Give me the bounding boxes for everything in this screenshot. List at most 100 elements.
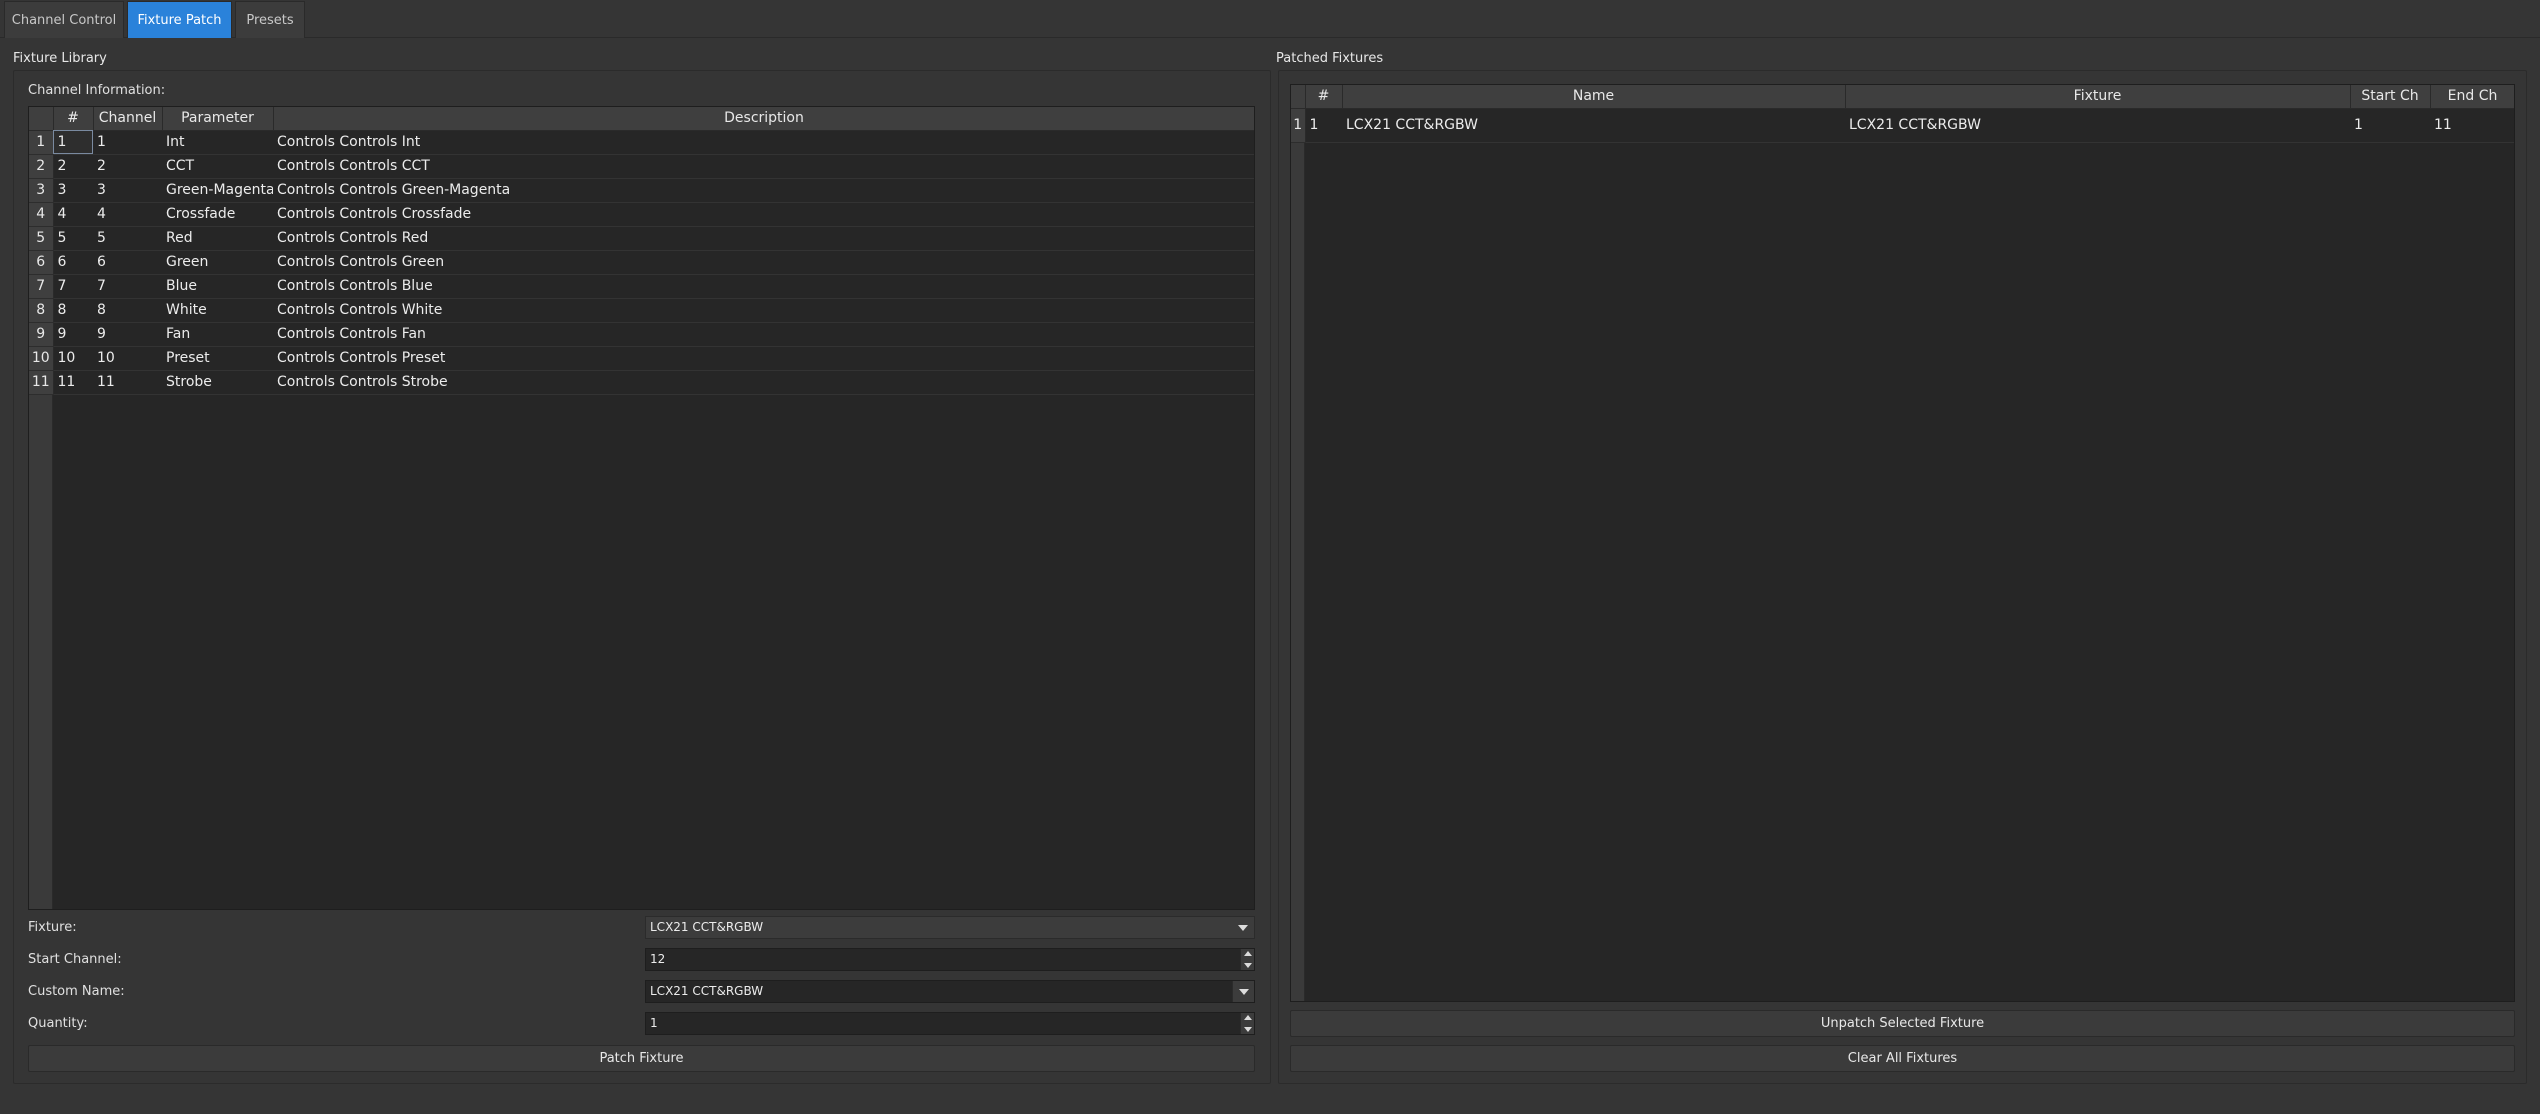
row-header[interactable]: 3 [29,178,54,203]
row-header[interactable]: 7 [29,274,54,299]
cell-number[interactable]: 9 [53,322,93,347]
cell-parameter[interactable]: Blue [162,274,273,299]
cell-parameter[interactable]: Green [162,250,273,275]
unpatch-selected-fixture-button[interactable]: Unpatch Selected Fixture [1290,1010,2515,1037]
table-row[interactable]: 2 2 2 CCT Controls Controls CCT [29,154,1254,179]
column-header-fixture[interactable]: Fixture [1845,85,2351,109]
row-header[interactable]: 6 [29,250,54,275]
cell-number[interactable]: 10 [53,346,93,371]
table-row[interactable]: 1 1 LCX21 CCT&RGBW LCX21 CCT&RGBW 1 11 [1291,108,2514,143]
cell-parameter[interactable]: Red [162,226,273,251]
cell-channel[interactable]: 10 [93,346,162,371]
spin-arrows-icon[interactable] [1240,1013,1254,1034]
cell-parameter[interactable]: Crossfade [162,202,273,227]
cell-parameter[interactable]: White [162,298,273,323]
table-row[interactable]: 10 10 10 Preset Controls Controls Preset [29,346,1254,371]
cell-parameter[interactable]: Green-Magenta [162,178,273,203]
cell-description[interactable]: Controls Controls Preset [273,346,1254,371]
cell-description[interactable]: Controls Controls Fan [273,322,1254,347]
cell-number[interactable]: 5 [53,226,93,251]
cell-number[interactable]: 8 [53,298,93,323]
table-row[interactable]: 4 4 4 Crossfade Controls Controls Crossf… [29,202,1254,227]
clear-all-fixtures-button[interactable]: Clear All Fixtures [1290,1045,2515,1072]
patch-fixture-button[interactable]: Patch Fixture [28,1045,1255,1072]
cell-number[interactable]: 7 [53,274,93,299]
column-header-start-ch[interactable]: Start Ch [2350,85,2431,109]
quantity-spinbox[interactable]: 1 [645,1012,1255,1035]
cell-description[interactable]: Controls Controls Strobe [273,370,1254,395]
cell-number[interactable]: 4 [53,202,93,227]
column-header-number[interactable]: # [53,107,94,131]
cell-description[interactable]: Controls Controls CCT [273,154,1254,179]
cell-parameter[interactable]: Strobe [162,370,273,395]
tab-fixture-patch[interactable]: Fixture Patch [127,1,232,38]
custom-name-label: Custom Name: [28,984,125,999]
cell-number[interactable]: 6 [53,250,93,275]
cell-number[interactable]: 2 [53,154,93,179]
cell-description[interactable]: Controls Controls Green-Magenta [273,178,1254,203]
table-row[interactable]: 11 11 11 Strobe Controls Controls Strobe [29,370,1254,395]
cell-number[interactable]: 3 [53,178,93,203]
table-row[interactable]: 3 3 3 Green-Magenta Controls Controls Gr… [29,178,1254,203]
cell-channel[interactable]: 9 [93,322,162,347]
column-header-parameter[interactable]: Parameter [162,107,274,131]
custom-name-value: LCX21 CCT&RGBW [650,984,764,998]
cell-description[interactable]: Controls Controls Crossfade [273,202,1254,227]
cell-fixture[interactable]: LCX21 CCT&RGBW [1845,108,2350,143]
column-header-end-ch[interactable]: End Ch [2430,85,2514,109]
tab-presets[interactable]: Presets [235,1,305,38]
cell-end-ch[interactable]: 11 [2430,108,2514,143]
table-row[interactable]: 6 6 6 Green Controls Controls Green [29,250,1254,275]
fixture-select[interactable]: LCX21 CCT&RGBW [645,916,1255,939]
cell-channel[interactable]: 11 [93,370,162,395]
cell-description[interactable]: Controls Controls Red [273,226,1254,251]
cell-channel[interactable]: 7 [93,274,162,299]
cell-parameter[interactable]: Fan [162,322,273,347]
cell-channel[interactable]: 5 [93,226,162,251]
column-header-description[interactable]: Description [273,107,1254,131]
cell-channel[interactable]: 6 [93,250,162,275]
row-header[interactable]: 2 [29,154,54,179]
tab-channel-control[interactable]: Channel Control [4,1,124,38]
cell-channel[interactable]: 4 [93,202,162,227]
cell-number[interactable]: 1 [53,130,93,155]
patched-fixtures-table[interactable]: # Name Fixture Start Ch End Ch 1 1 LCX21… [1290,84,2515,1002]
cell-parameter[interactable]: Preset [162,346,273,371]
channel-info-table[interactable]: # Channel Parameter Description 1 1 1 In… [28,106,1255,910]
row-header[interactable]: 9 [29,322,54,347]
cell-parameter[interactable]: Int [162,130,273,155]
row-header[interactable]: 5 [29,226,54,251]
column-header-channel[interactable]: Channel [93,107,163,131]
cell-description[interactable]: Controls Controls Int [273,130,1254,155]
cell-start-ch[interactable]: 1 [2350,108,2430,143]
cell-parameter[interactable]: CCT [162,154,273,179]
cell-number[interactable]: 11 [53,370,93,395]
row-header[interactable]: 11 [29,370,54,395]
table-row[interactable]: 9 9 9 Fan Controls Controls Fan [29,322,1254,347]
cell-number[interactable]: 1 [1305,108,1342,143]
column-header-name[interactable]: Name [1342,85,1846,109]
column-header-number[interactable]: # [1305,85,1343,109]
row-header[interactable]: 10 [29,346,54,371]
row-header[interactable]: 8 [29,298,54,323]
cell-channel[interactable]: 1 [93,130,162,155]
table-row[interactable]: 5 5 5 Red Controls Controls Red [29,226,1254,251]
table-row[interactable]: 8 8 8 White Controls Controls White [29,298,1254,323]
custom-name-combo[interactable]: LCX21 CCT&RGBW [645,980,1255,1003]
row-header[interactable]: 4 [29,202,54,227]
cell-channel[interactable]: 8 [93,298,162,323]
cell-channel[interactable]: 3 [93,178,162,203]
table-row[interactable]: 7 7 7 Blue Controls Controls Blue [29,274,1254,299]
cell-description[interactable]: Controls Controls White [273,298,1254,323]
spin-arrows-icon[interactable] [1240,949,1254,970]
cell-channel[interactable]: 2 [93,154,162,179]
cell-description[interactable]: Controls Controls Green [273,250,1254,275]
row-header[interactable]: 1 [1291,108,1306,143]
dropdown-button[interactable] [1232,981,1254,1002]
start-channel-label: Start Channel: [28,952,122,967]
start-channel-spinbox[interactable]: 12 [645,948,1255,971]
table-row[interactable]: 1 1 1 Int Controls Controls Int [29,130,1254,155]
cell-name[interactable]: LCX21 CCT&RGBW [1342,108,1845,143]
cell-description[interactable]: Controls Controls Blue [273,274,1254,299]
row-header[interactable]: 1 [29,130,54,155]
